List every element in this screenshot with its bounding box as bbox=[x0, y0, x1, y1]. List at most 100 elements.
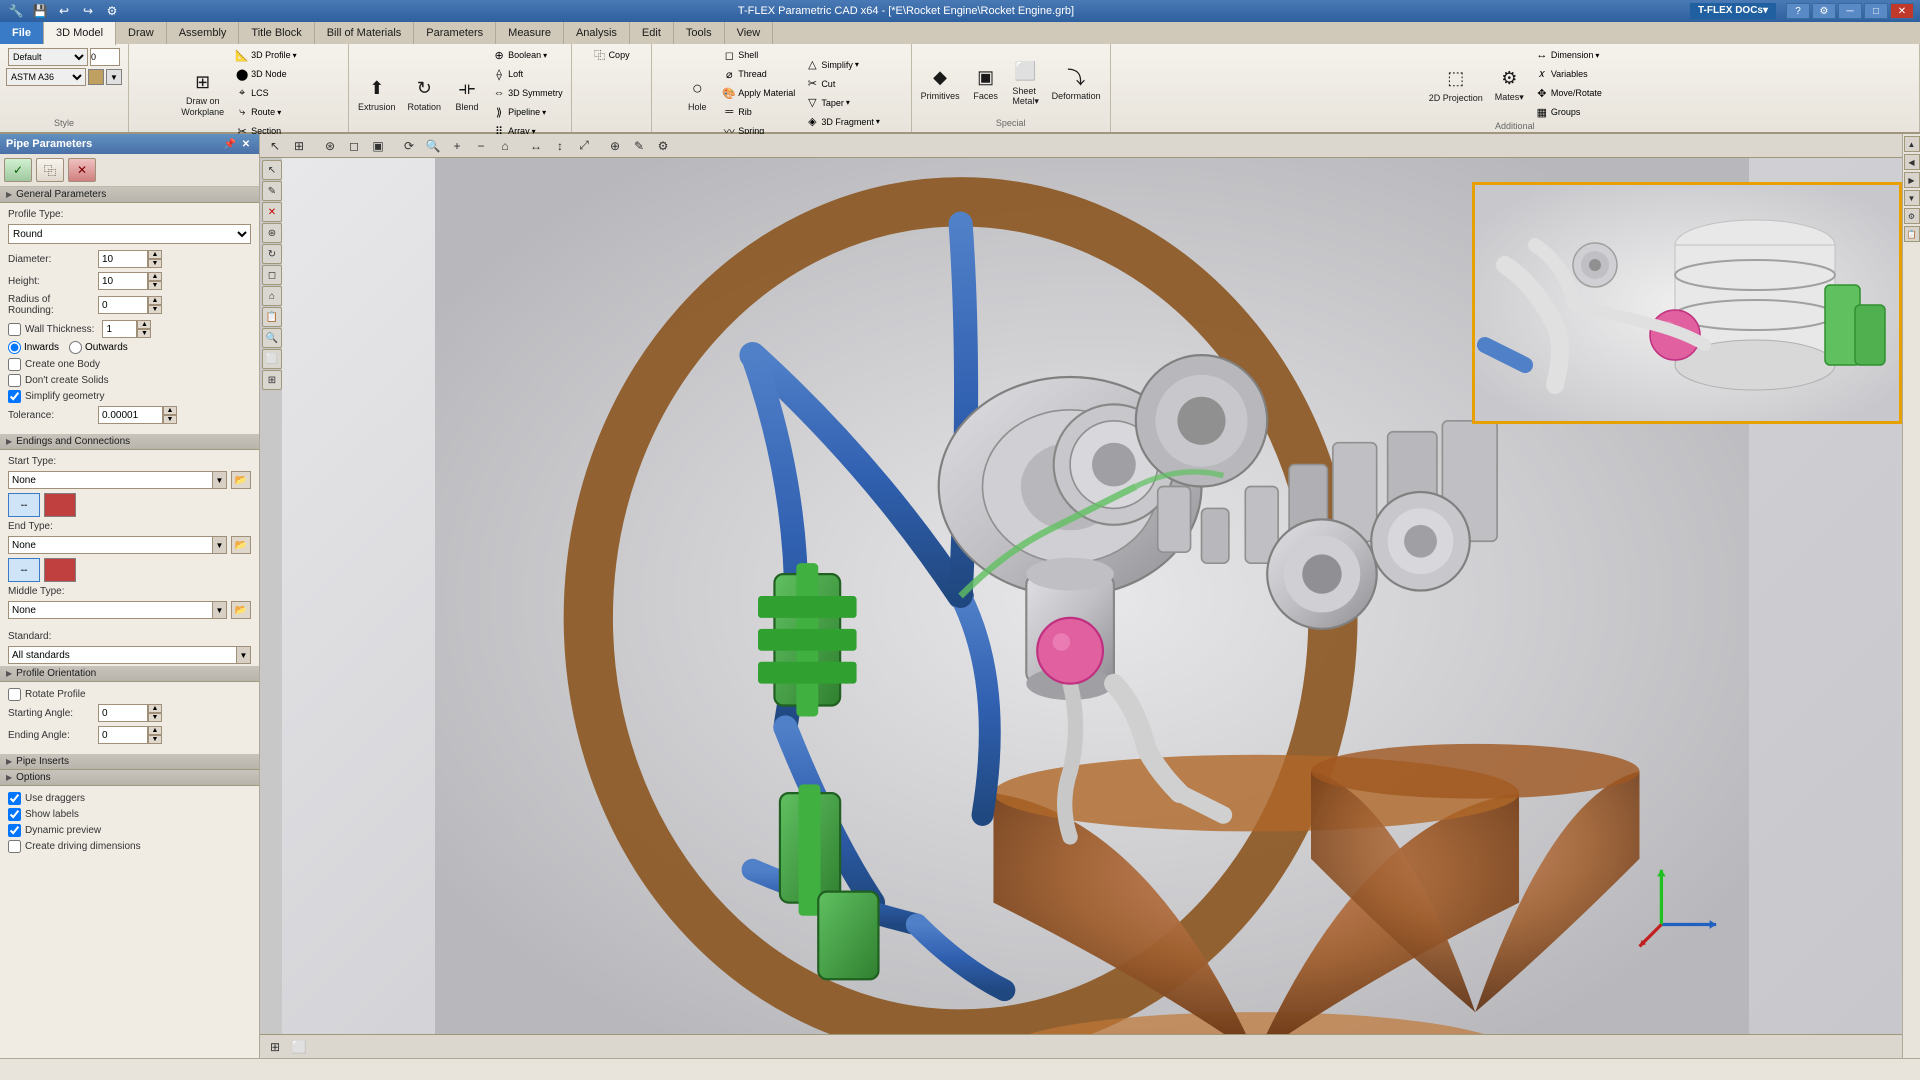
start-type-browse[interactable]: 📂 bbox=[231, 471, 251, 489]
show-labels-check[interactable] bbox=[8, 808, 21, 821]
simplify-geom-check[interactable] bbox=[8, 390, 21, 403]
height-up[interactable]: ▲ bbox=[148, 272, 162, 281]
vp-snap-btn[interactable]: ✎ bbox=[628, 136, 650, 156]
vp-render-btn[interactable]: ▣ bbox=[367, 136, 389, 156]
deformation-btn[interactable]: ⤵ Deformation bbox=[1047, 59, 1106, 105]
rp-btn-6[interactable]: 📋 bbox=[1904, 226, 1920, 242]
end-icon-2[interactable] bbox=[44, 558, 76, 582]
sheet-metal-btn[interactable]: ⬜ SheetMetal▾ bbox=[1007, 54, 1045, 111]
standard-input[interactable] bbox=[9, 649, 236, 662]
ending-angle-up[interactable]: ▲ bbox=[148, 726, 162, 735]
color-swatch[interactable] bbox=[88, 69, 104, 85]
panel-pin-btn[interactable]: 📌 bbox=[223, 137, 237, 151]
cancel-btn[interactable]: ✕ bbox=[68, 158, 96, 182]
lt-tool-9[interactable]: 🔍 bbox=[262, 328, 282, 348]
simplify-btn[interactable]: △ Simplify▾ bbox=[801, 56, 884, 74]
ending-angle-down[interactable]: ▼ bbox=[148, 735, 162, 744]
diameter-input[interactable] bbox=[98, 250, 148, 268]
vp-pan-btn[interactable]: ⤢ bbox=[573, 136, 595, 156]
vp-settings-btn[interactable]: ⚙ bbox=[652, 136, 674, 156]
outwards-radio[interactable] bbox=[69, 341, 82, 354]
tab-analysis[interactable]: Analysis bbox=[564, 22, 630, 44]
qa-btn-4[interactable]: ⚙ bbox=[102, 2, 122, 20]
tolerance-up[interactable]: ▲ bbox=[163, 406, 177, 415]
starting-angle-input[interactable] bbox=[98, 704, 148, 722]
color-btn[interactable]: ▼ bbox=[106, 69, 122, 85]
dont-create-solids-check[interactable] bbox=[8, 374, 21, 387]
extrusion-btn[interactable]: ⬆ Extrusion bbox=[353, 70, 401, 116]
primitives-btn[interactable]: ◆ Primitives bbox=[916, 59, 965, 105]
lt-tool-2[interactable]: ✎ bbox=[262, 181, 282, 201]
end-type-browse[interactable]: 📂 bbox=[231, 536, 251, 554]
vp-zoom-out-btn[interactable]: − bbox=[470, 136, 492, 156]
vp-zoom-in-btn[interactable]: + bbox=[446, 136, 468, 156]
vp-view-btn[interactable]: ⊞ bbox=[288, 136, 310, 156]
starting-angle-down[interactable]: ▼ bbox=[148, 713, 162, 722]
copy-panel-btn[interactable]: ⿻ bbox=[36, 158, 64, 182]
vp-select-btn[interactable]: ↖ bbox=[264, 136, 286, 156]
lt-tool-7[interactable]: ⌂ bbox=[262, 286, 282, 306]
tab-draw[interactable]: Draw bbox=[116, 22, 167, 44]
options-header[interactable]: ▶ Options bbox=[0, 770, 259, 786]
start-icon-1[interactable]: ╌ bbox=[8, 493, 40, 517]
boolean-btn[interactable]: ⊕ Boolean▾ bbox=[488, 46, 567, 64]
minimize-btn[interactable]: ─ bbox=[1838, 3, 1862, 19]
lt-tool-5[interactable]: ↻ bbox=[262, 244, 282, 264]
cut-btn[interactable]: ✂ Cut bbox=[801, 75, 884, 93]
3d-fragment-btn[interactable]: ◈ 3D Fragment▾ bbox=[801, 113, 884, 131]
end-type-input[interactable] bbox=[9, 539, 212, 552]
faces-btn[interactable]: ▣ Faces bbox=[967, 59, 1005, 105]
copy-btn[interactable]: ⿻ Copy bbox=[589, 46, 634, 64]
start-icon-2[interactable] bbox=[44, 493, 76, 517]
tab-tools[interactable]: Tools bbox=[674, 22, 725, 44]
vp-display-btn[interactable]: ◻ bbox=[343, 136, 365, 156]
help-btn[interactable]: ? bbox=[1786, 3, 1810, 19]
vp-split-v-btn[interactable]: ⬜ bbox=[288, 1037, 310, 1057]
style-select[interactable]: Default bbox=[8, 48, 88, 66]
pipeline-btn[interactable]: ⟫ Pipeline▾ bbox=[488, 103, 567, 121]
2d-projection-btn[interactable]: ⬚ 2D Projection bbox=[1424, 61, 1488, 107]
lt-tool-3[interactable]: ✕ bbox=[262, 202, 282, 222]
use-draggers-check[interactable] bbox=[8, 792, 21, 805]
lt-tool-11[interactable]: ⊞ bbox=[262, 370, 282, 390]
3d-symmetry-btn[interactable]: ⇔ 3D Symmetry bbox=[488, 84, 567, 102]
pipe-inserts-header[interactable]: ▶ Pipe Inserts bbox=[0, 754, 259, 770]
tab-parameters[interactable]: Parameters bbox=[414, 22, 496, 44]
start-type-arrow[interactable]: ▼ bbox=[212, 472, 226, 488]
rp-btn-1[interactable]: ▲ bbox=[1904, 136, 1920, 152]
mates-btn[interactable]: ⚙ Mates▾ bbox=[1490, 60, 1529, 107]
vp-pan-h-btn[interactable]: ↔ bbox=[525, 136, 547, 156]
height-input[interactable] bbox=[98, 272, 148, 290]
inwards-radio[interactable] bbox=[8, 341, 21, 354]
diameter-down[interactable]: ▼ bbox=[148, 259, 162, 268]
settings-btn[interactable]: ⚙ bbox=[1812, 3, 1836, 19]
qa-btn-3[interactable]: ↪ bbox=[78, 2, 98, 20]
tolerance-down[interactable]: ▼ bbox=[163, 415, 177, 424]
middle-type-browse[interactable]: 📂 bbox=[231, 601, 251, 619]
tab-edit[interactable]: Edit bbox=[630, 22, 674, 44]
loft-btn[interactable]: ⟠ Loft bbox=[488, 65, 567, 83]
vp-filter-btn[interactable]: ⊛ bbox=[319, 136, 341, 156]
radius-down[interactable]: ▼ bbox=[148, 305, 162, 314]
wall-thickness-down[interactable]: ▼ bbox=[137, 329, 151, 338]
tflex-docs-btn[interactable]: T-FLEX DOCs▾ bbox=[1690, 3, 1776, 19]
middle-type-arrow[interactable]: ▼ bbox=[212, 602, 226, 618]
profile-type-select[interactable]: Round bbox=[8, 224, 251, 244]
vp-pan-v-btn[interactable]: ↕ bbox=[549, 136, 571, 156]
radius-input[interactable] bbox=[98, 296, 148, 314]
general-params-header[interactable]: ▶ General Parameters bbox=[0, 187, 259, 203]
tolerance-input[interactable] bbox=[98, 406, 163, 424]
tab-assembly[interactable]: Assembly bbox=[167, 22, 240, 44]
starting-angle-up[interactable]: ▲ bbox=[148, 704, 162, 713]
tab-measure[interactable]: Measure bbox=[496, 22, 564, 44]
qa-btn-1[interactable]: 💾 bbox=[30, 2, 50, 20]
diameter-up[interactable]: ▲ bbox=[148, 250, 162, 259]
confirm-btn[interactable]: ✓ bbox=[4, 158, 32, 182]
tab-bom[interactable]: Bill of Materials bbox=[315, 22, 415, 44]
create-driving-check[interactable] bbox=[8, 840, 21, 853]
tab-file[interactable]: File bbox=[0, 22, 44, 44]
lt-select-tool[interactable]: ↖ bbox=[262, 160, 282, 180]
maximize-btn[interactable]: □ bbox=[1864, 3, 1888, 19]
rp-btn-3[interactable]: ▶ bbox=[1904, 172, 1920, 188]
tab-title-block[interactable]: Title Block bbox=[239, 22, 314, 44]
